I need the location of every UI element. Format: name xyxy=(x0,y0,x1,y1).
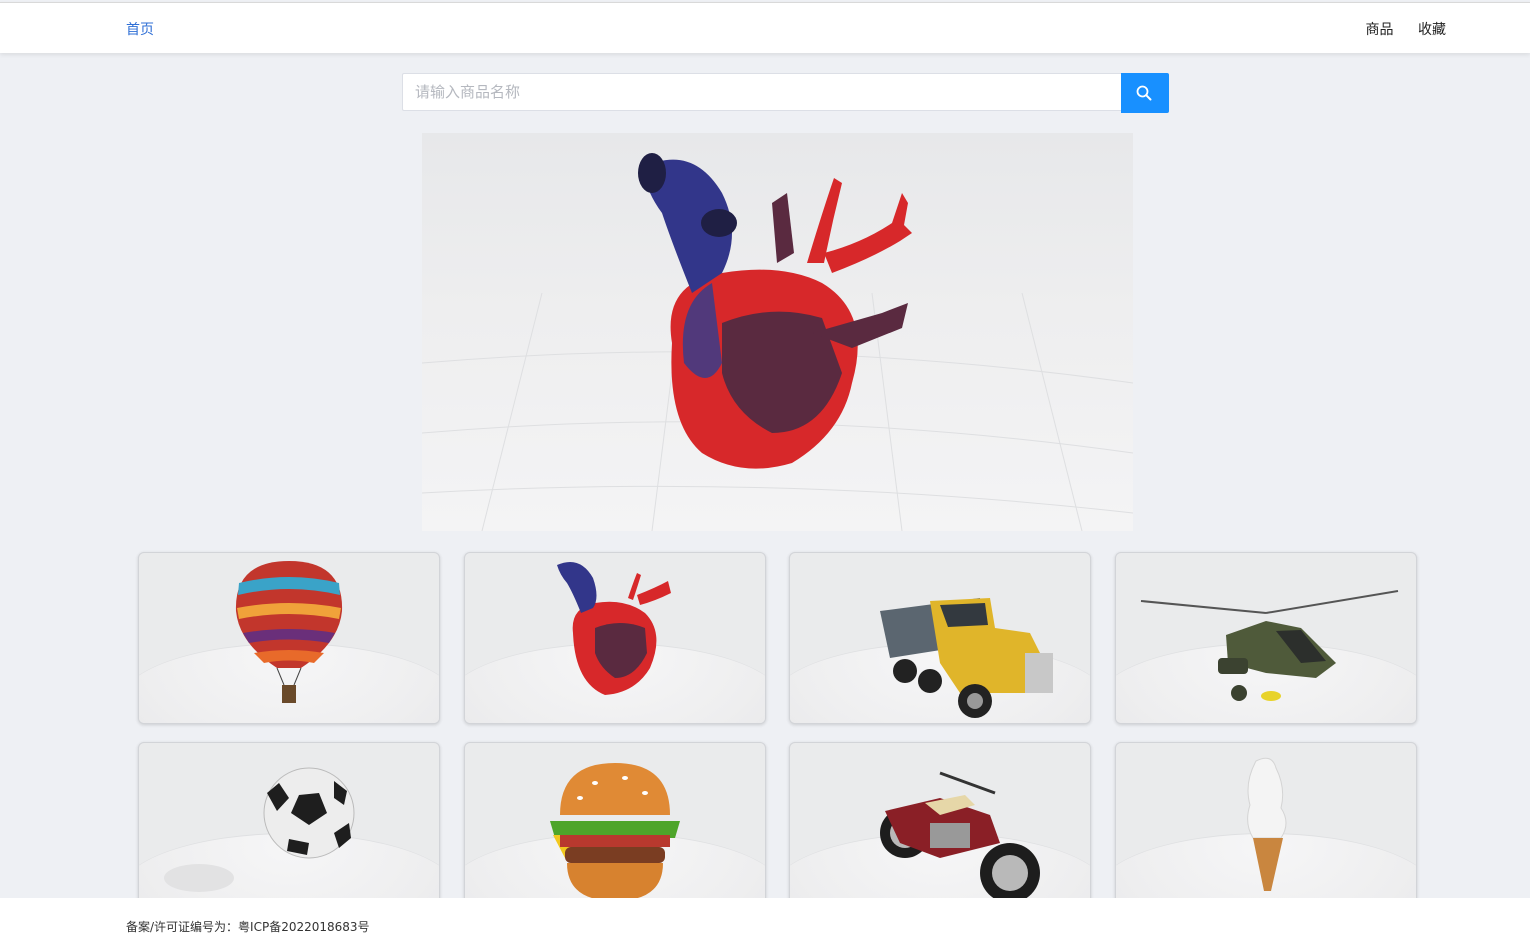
search-bar xyxy=(402,73,1169,113)
product-card-hamburger[interactable] xyxy=(464,742,766,914)
search-button[interactable] xyxy=(1121,73,1169,113)
product-card-dump-truck[interactable] xyxy=(789,552,1091,724)
product-card-helicopter[interactable] xyxy=(1115,552,1417,724)
carousel-banner[interactable] xyxy=(422,133,1133,531)
product-card-motorcycle[interactable] xyxy=(789,742,1091,914)
product-card-ice-cream[interactable] xyxy=(1115,742,1417,914)
footer: 备案/许可证编号为：粤ICP备2022018683号 xyxy=(0,898,1530,951)
search-input[interactable] xyxy=(402,73,1121,111)
soccer-ball-image xyxy=(164,767,355,892)
carousel-indicators xyxy=(744,518,816,521)
dump-truck-image xyxy=(880,598,1053,718)
product-card-soccer-ball[interactable] xyxy=(138,742,440,914)
ice-cream-image xyxy=(1247,757,1287,891)
top-nav-bar: 首页 商品 收藏 xyxy=(0,2,1530,53)
helicopter-image xyxy=(1140,590,1399,701)
nav-right-group: 商品 收藏 xyxy=(1346,19,1446,39)
product-card-heart[interactable] xyxy=(464,552,766,724)
icp-license-text: 备案/许可证编号为：粤ICP备2022018683号 xyxy=(126,920,370,934)
hamburger-image xyxy=(550,763,680,901)
product-card-hot-air-balloon[interactable] xyxy=(138,552,440,724)
carousel-heart-image xyxy=(422,153,1133,531)
search-icon xyxy=(1136,85,1152,101)
hot-air-balloon-image xyxy=(235,561,343,703)
heart-image xyxy=(557,561,671,695)
nav-favorites-link[interactable]: 收藏 xyxy=(1418,22,1446,38)
nav-products-link[interactable]: 商品 xyxy=(1366,22,1394,38)
motorcycle-image xyxy=(880,771,1040,903)
nav-home-link[interactable]: 首页 xyxy=(126,19,154,39)
